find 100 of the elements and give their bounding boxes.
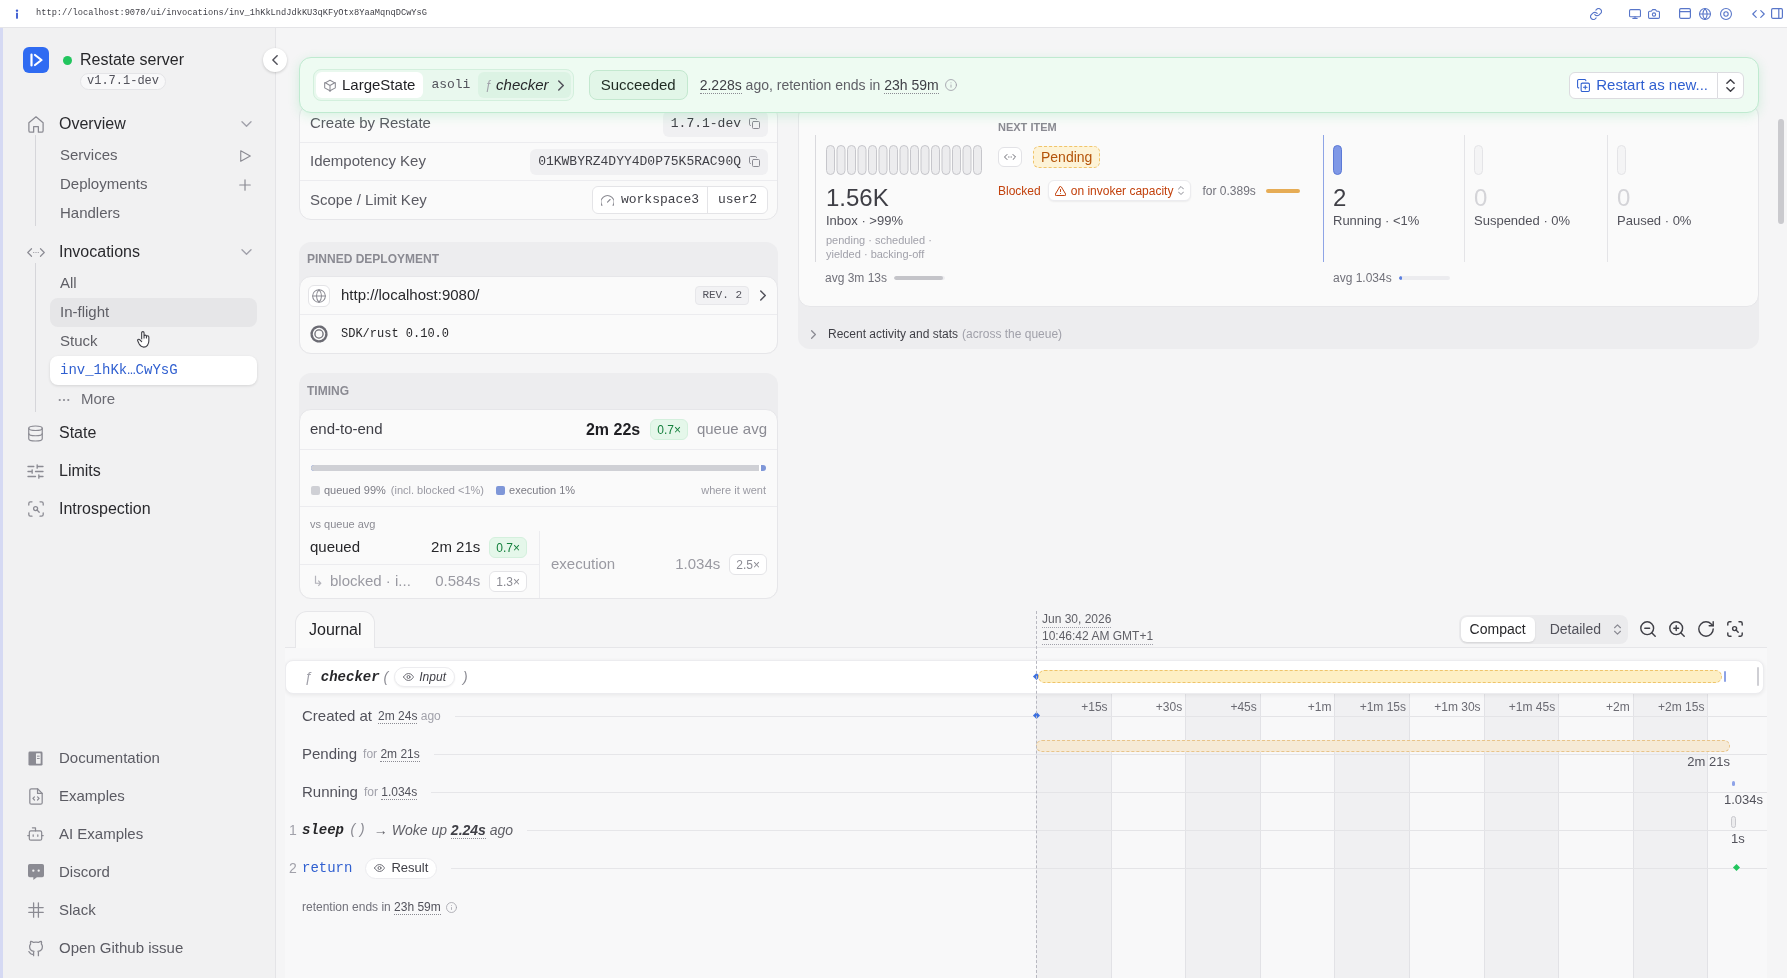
github-icon — [27, 939, 44, 957]
chevron-left-icon — [272, 55, 278, 65]
avg-label: avg 3m 13s — [825, 270, 888, 287]
zoom-in-icon[interactable] — [1669, 621, 1685, 637]
metric-label: execution — [551, 554, 616, 575]
chevrons-up-down-icon[interactable] — [1614, 623, 1621, 635]
avg-label: avg 1.034s — [1333, 270, 1392, 287]
collapse-button[interactable] — [263, 48, 287, 72]
home-icon — [27, 115, 44, 133]
sidebar-link[interactable]: Documentation — [3, 739, 275, 777]
duration-label: 1s — [1731, 832, 1745, 846]
nav-subitem[interactable]: More — [50, 385, 257, 414]
code-icon[interactable] — [1752, 9, 1765, 18]
camera-icon[interactable] — [1648, 8, 1660, 19]
nav-item[interactable]: Overview — [3, 107, 275, 141]
paren: ) — [463, 667, 468, 687]
counter-label: Paused · 0% — [1617, 212, 1693, 229]
range-handle[interactable] — [1757, 667, 1759, 686]
recent-activity-toggle[interactable]: Recent activity and stats (across the queue) — [811, 325, 1063, 343]
scope-value: workspace3 — [620, 191, 699, 210]
tick-label: +1m — [1307, 700, 1332, 714]
field-label: Scope / Limit Key — [310, 189, 427, 210]
nav-subitem[interactable]: inv_1hKk…CwYsG — [50, 356, 257, 385]
input-button[interactable]: Input — [394, 667, 455, 687]
end-tick-icon — [1724, 671, 1726, 682]
inbox-count: 1.56K — [826, 184, 890, 212]
line-number: 2 — [288, 858, 298, 878]
reason-dropdown[interactable]: on invoker capacity — [1047, 180, 1192, 201]
scrollbar-thumb[interactable] — [1778, 119, 1784, 224]
globe-icon[interactable] — [1699, 7, 1711, 20]
counter-label: Running · <1% — [1333, 212, 1421, 229]
view-tab[interactable]: Compact — [1460, 616, 1535, 642]
code-icon — [26, 247, 45, 257]
counter-label: Suspended · 0% — [1474, 212, 1572, 229]
metric-value: 2m 21s — [430, 537, 481, 558]
view-tab[interactable]: Detailed — [1540, 616, 1610, 642]
branch-glyph: ↳ — [312, 572, 324, 591]
copy-value-button[interactable]: 01KWBYRZ4DYY4D0P75K5RAC90Q — [530, 148, 768, 175]
book-icon — [28, 750, 43, 766]
screen-icon[interactable] — [1629, 8, 1641, 19]
logo-icon — [23, 47, 49, 73]
split-caption: where it went — [701, 483, 766, 498]
chevrons-up-down-icon — [1726, 78, 1735, 92]
duration-label: 1.034s — [1724, 793, 1764, 807]
warning-icon — [1054, 185, 1066, 196]
ratio-badge: 2.5× — [729, 554, 767, 575]
return-keyword: return — [302, 858, 353, 878]
url-text[interactable]: http://localhost:9070/ui/invocations/inv_1hKkLndJdkKU3qKFyOtx8YaaMqnqDCwYsG — [36, 6, 427, 20]
sleep-marker-icon — [1731, 816, 1736, 828]
zoom-out-icon[interactable] — [1640, 621, 1656, 637]
chat-bubble-icon — [27, 864, 44, 880]
options-button[interactable] — [1718, 71, 1744, 99]
chevron-right-icon[interactable] — [760, 290, 766, 301]
start-time: 10:46:42 AM GMT+1 — [1042, 628, 1154, 645]
service-link[interactable]: LargeState — [316, 72, 424, 98]
info-icon — [445, 901, 457, 913]
handler-link[interactable]: ƒ checker — [478, 72, 571, 98]
endpoint-url[interactable]: http://localhost:9080/ — [341, 284, 480, 307]
focus-icon[interactable] — [1727, 621, 1743, 637]
nav-item[interactable]: Introspection — [3, 490, 275, 528]
nav-item[interactable]: Invocations — [3, 235, 275, 269]
sidebar-link[interactable]: Examples — [3, 777, 275, 815]
copy-icon — [749, 156, 760, 167]
nav-subitem[interactable]: Stuck — [50, 327, 257, 356]
nav-item[interactable]: State — [3, 414, 275, 452]
nav-subitem[interactable]: Services — [50, 141, 257, 170]
metric-value: 1.034s — [675, 554, 721, 575]
restart-button[interactable]: Restart as new... — [1569, 71, 1718, 99]
plus-icon[interactable] — [239, 178, 251, 191]
metric-value: 2m 22s — [585, 419, 641, 440]
sidebar-link[interactable]: Open Github issue — [3, 929, 275, 967]
tick-label: +1m 15s — [1359, 700, 1406, 714]
result-button[interactable]: Result — [365, 857, 438, 879]
info-icon — [944, 79, 957, 91]
sidebar-link[interactable]: Discord — [3, 853, 275, 891]
legend-label: execution 1% — [509, 483, 576, 498]
nav-subitem[interactable]: Handlers — [50, 199, 257, 228]
nav-subitem[interactable]: In-flight — [50, 298, 257, 327]
play-icon[interactable] — [240, 149, 251, 162]
copy-plus-icon — [1577, 78, 1591, 92]
sidebar-icon[interactable] — [1771, 8, 1783, 19]
nav-subitem[interactable]: Deployments — [50, 170, 257, 199]
handler-name: checker — [320, 667, 380, 687]
nav-item[interactable]: Limits — [3, 452, 275, 490]
copy-icon — [749, 118, 760, 129]
journal-tab[interactable]: Journal — [295, 611, 376, 648]
nav-subitem[interactable]: All — [50, 269, 257, 298]
eye-icon — [374, 864, 386, 872]
sidebar-link[interactable]: Slack — [3, 891, 275, 929]
metric-label: queued — [310, 537, 361, 558]
link-icon[interactable] — [1590, 7, 1602, 20]
chevron-right-icon — [557, 79, 564, 91]
hash-icon — [27, 902, 44, 918]
target-icon[interactable] — [1720, 7, 1732, 20]
key-label: asoli — [431, 76, 471, 95]
hand-cursor-icon — [137, 331, 150, 348]
revision-badge: REV. 2 — [695, 286, 749, 305]
refresh-icon[interactable] — [1698, 621, 1714, 637]
sidebar-link[interactable]: AI Examples — [3, 815, 275, 853]
window-icon[interactable] — [1679, 8, 1691, 19]
